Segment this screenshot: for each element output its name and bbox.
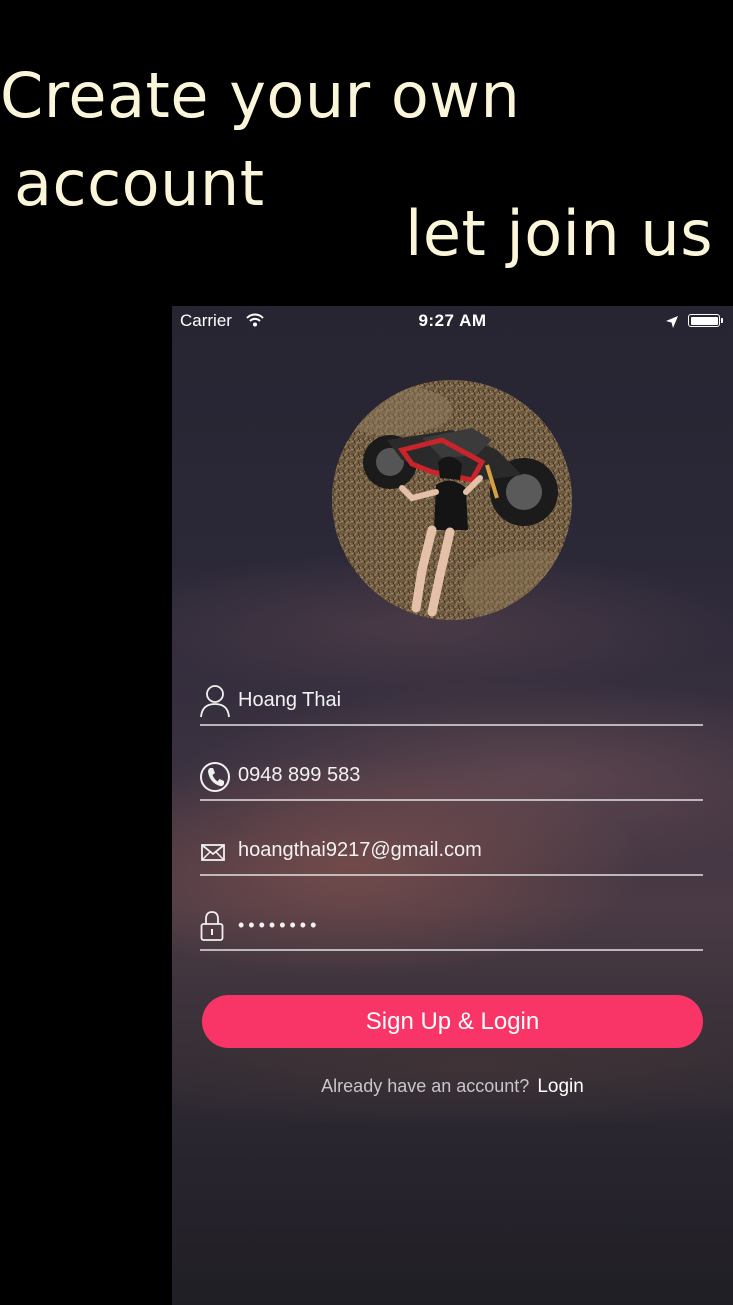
password-input[interactable]: •••••••• bbox=[238, 915, 688, 936]
name-field[interactable] bbox=[200, 680, 703, 726]
battery-icon bbox=[688, 314, 723, 327]
status-bar: Carrier 9:27 AM bbox=[172, 306, 733, 336]
mail-icon bbox=[200, 834, 230, 866]
user-icon bbox=[200, 684, 230, 718]
phone-icon bbox=[200, 759, 230, 792]
login-prompt: Already have an account? Login bbox=[172, 1076, 733, 1098]
avatar-photo bbox=[332, 380, 572, 620]
promo-line-1: Create your own bbox=[0, 59, 521, 132]
promo-line-2: account bbox=[14, 147, 265, 220]
phone-field[interactable] bbox=[200, 755, 703, 801]
phone-screen: Carrier 9:27 AM Hoang Thai 0948 899 583 … bbox=[172, 306, 733, 1305]
login-link[interactable]: Login bbox=[537, 1076, 584, 1097]
password-field[interactable]: •••••••• bbox=[200, 905, 703, 951]
location-arrow-icon bbox=[665, 314, 679, 333]
lock-icon bbox=[200, 909, 230, 941]
promo-line-3: let join us bbox=[405, 197, 713, 270]
email-field[interactable] bbox=[200, 830, 703, 876]
already-account-text: Already have an account? bbox=[321, 1076, 530, 1096]
name-input[interactable] bbox=[238, 689, 688, 712]
phone-input[interactable] bbox=[238, 764, 688, 787]
signup-login-button[interactable]: Sign Up & Login bbox=[202, 995, 703, 1048]
clock-label: 9:27 AM bbox=[418, 311, 487, 330]
email-input[interactable] bbox=[238, 839, 688, 862]
profile-avatar[interactable] bbox=[332, 380, 572, 620]
